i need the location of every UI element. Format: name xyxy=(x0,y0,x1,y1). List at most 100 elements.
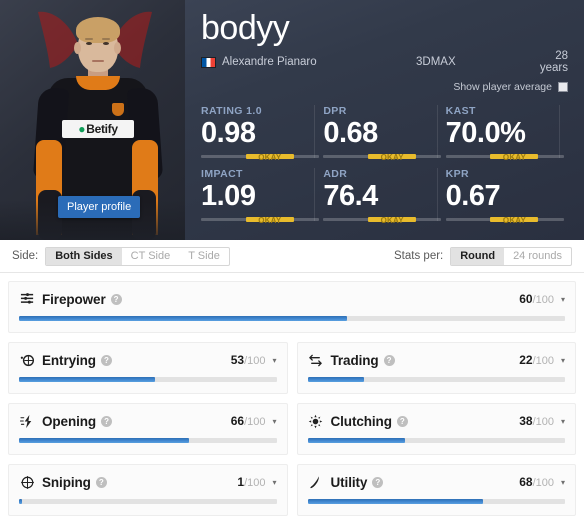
stat-label: KAST xyxy=(445,105,476,117)
stat-rank-bar: OKAY xyxy=(323,153,442,162)
skill-card-entrying[interactable]: Entrying ? 53 /100 ▾ xyxy=(8,342,288,394)
player-header: ● Betify Player profile bodyy Alexandre P… xyxy=(0,0,584,240)
stat-cell: ADR 76.4 OKAY xyxy=(323,162,445,225)
skill-score: 22 xyxy=(519,353,533,367)
stats-per-label: Stats per: xyxy=(394,250,444,262)
stat-label: DPR xyxy=(323,105,347,117)
help-icon[interactable]: ? xyxy=(396,415,408,427)
skill-progress-fill xyxy=(19,316,347,321)
player-nickname: bodyy xyxy=(201,9,290,47)
stat-rank-bar: OKAY xyxy=(445,153,564,162)
skill-score: 53 xyxy=(230,353,245,367)
chevron-down-icon[interactable]: ▾ xyxy=(272,356,276,365)
chevron-down-icon[interactable]: ▾ xyxy=(272,478,276,487)
skill-max: /100 xyxy=(532,477,554,489)
side-filter-group[interactable]: Both Sides CT Side T Side xyxy=(45,246,230,266)
skill-score: 66 xyxy=(230,414,245,428)
skill-progress-bar xyxy=(19,377,277,382)
player-team[interactable]: 3DMAX xyxy=(416,56,536,68)
skill-name: Entrying xyxy=(42,352,96,368)
skill-max: /100 xyxy=(244,416,266,428)
skill-row: Opening ? 66 /100 ▾ Clutching ? 38 /100 … xyxy=(8,403,576,455)
stat-cell: RATING 1.0 0.98 OKAY xyxy=(201,99,323,162)
firepower-icon xyxy=(19,291,35,307)
player-meta: Alexandre Pianaro 3DMAX 28 years xyxy=(201,50,568,74)
chevron-down-icon[interactable]: ▾ xyxy=(272,417,276,426)
player-info-panel: bodyy Alexandre Pianaro 3DMAX 28 years S… xyxy=(185,0,584,240)
player-realname: Alexandre Pianaro xyxy=(222,56,317,68)
stat-value: 76.4 xyxy=(323,180,378,212)
skill-row: Firepower ? 60 /100 ▾ xyxy=(8,281,576,333)
utility-icon xyxy=(308,474,324,490)
jersey-badge-icon xyxy=(112,103,124,116)
chevron-down-icon[interactable]: ▾ xyxy=(561,478,565,487)
skill-card-clutching[interactable]: Clutching ? 38 /100 ▾ xyxy=(296,403,576,455)
stats-per-option-rounds[interactable]: 24 rounds xyxy=(504,248,571,265)
sniping-icon xyxy=(19,474,35,490)
skill-progress-bar xyxy=(307,499,565,504)
help-icon[interactable]: ? xyxy=(95,476,107,488)
help-icon[interactable]: ? xyxy=(110,293,122,305)
stat-value: 70.0% xyxy=(445,117,526,149)
skill-max: /100 xyxy=(532,355,554,367)
side-option-t-side[interactable]: T Side xyxy=(179,248,229,265)
side-option-ct-side[interactable]: CT Side xyxy=(122,248,180,265)
chevron-down-icon[interactable]: ▾ xyxy=(561,295,565,304)
skill-card-opening[interactable]: Opening ? 66 /100 ▾ xyxy=(8,403,288,455)
skill-score: 60 xyxy=(519,292,533,306)
stat-cell: DPR 0.68 OKAY xyxy=(323,99,445,162)
skill-progress-fill xyxy=(307,377,365,382)
stat-rank-label: OKAY xyxy=(502,153,527,162)
skill-card-firepower[interactable]: Firepower ? 60 /100 ▾ xyxy=(8,281,576,333)
clutching-icon xyxy=(308,413,324,429)
skill-breakdown: Firepower ? 60 /100 ▾ Entrying ? 53 /100… xyxy=(0,273,584,516)
help-icon[interactable]: ? xyxy=(383,354,395,366)
stat-label: IMPACT xyxy=(201,168,243,180)
skill-max: /100 xyxy=(244,477,266,489)
stat-value: 0.98 xyxy=(201,117,256,149)
stat-rank-label: OKAY xyxy=(258,216,282,225)
skill-name: Opening xyxy=(42,413,97,429)
skill-max: /100 xyxy=(244,355,266,367)
stat-value: 0.68 xyxy=(323,117,378,149)
skill-score: 38 xyxy=(519,414,533,428)
skill-name: Sniping xyxy=(42,474,91,490)
skill-progress-fill xyxy=(19,377,156,382)
skill-max: /100 xyxy=(532,416,554,428)
entrying-icon xyxy=(19,352,35,368)
help-icon[interactable]: ? xyxy=(101,415,113,427)
skill-progress-fill xyxy=(19,438,189,443)
stats-per-group[interactable]: Round 24 rounds xyxy=(450,246,572,266)
skill-score: 68 xyxy=(519,475,533,489)
stat-label: ADR xyxy=(323,168,348,180)
skill-name: Clutching xyxy=(330,413,392,429)
chevron-down-icon[interactable]: ▾ xyxy=(561,356,565,365)
side-option-both-sides[interactable]: Both Sides xyxy=(46,247,122,265)
show-player-average-label: Show player average xyxy=(453,81,552,93)
show-player-average-row[interactable]: Show player average xyxy=(201,81,568,93)
skill-card-utility[interactable]: Utility ? 68 /100 ▾ xyxy=(296,464,576,516)
help-icon[interactable]: ? xyxy=(372,476,384,488)
help-icon[interactable]: ? xyxy=(100,354,112,366)
jersey-sponsor-logo: ● Betify xyxy=(62,120,134,138)
skill-card-sniping[interactable]: Sniping ? 1 /100 ▾ xyxy=(8,464,288,516)
trading-icon xyxy=(308,352,324,368)
stat-label: KPR xyxy=(445,168,470,180)
stat-rank-label: OKAY xyxy=(380,153,404,162)
skill-score: 1 xyxy=(237,475,245,489)
skill-name: Firepower xyxy=(42,291,106,307)
skill-progress-bar xyxy=(307,438,565,443)
header-stat-grid: RATING 1.0 0.98 OKAY DPR 0.68 OKAY KAST … xyxy=(201,99,568,225)
stat-label: RATING 1.0 xyxy=(201,105,262,117)
show-player-average-checkbox[interactable] xyxy=(558,82,568,92)
stats-per-option-round[interactable]: Round xyxy=(451,247,505,265)
stat-value: 0.67 xyxy=(445,180,501,212)
skill-progress-bar xyxy=(19,438,277,443)
skill-progress-bar xyxy=(307,377,565,382)
stat-rank-bar: OKAY xyxy=(323,217,442,225)
skill-card-trading[interactable]: Trading ? 22 /100 ▾ xyxy=(296,342,576,394)
player-profile-button[interactable]: Player profile xyxy=(58,196,141,218)
chevron-down-icon[interactable]: ▾ xyxy=(561,417,565,426)
filter-bar: Side: Both Sides CT Side T Side Stats pe… xyxy=(0,240,584,273)
france-flag-icon xyxy=(201,56,216,68)
